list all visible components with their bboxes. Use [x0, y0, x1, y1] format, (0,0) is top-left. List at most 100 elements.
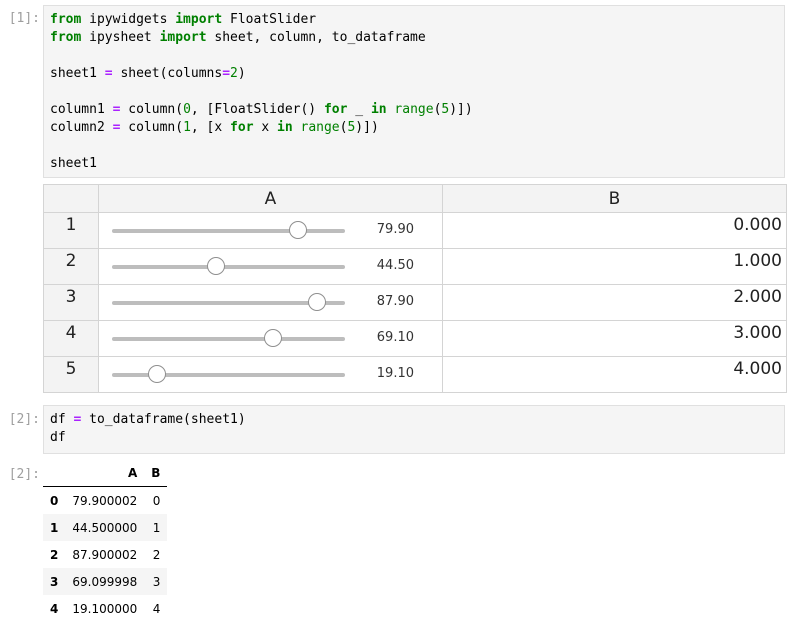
df-row: 0 79.900002 0	[43, 487, 167, 515]
sheet-row-header[interactable]: 1	[43, 212, 99, 249]
float-slider-track[interactable]	[112, 365, 345, 383]
code-token: )	[237, 66, 246, 81]
sheet-column-header-b[interactable]: B	[442, 184, 787, 213]
code-token: from	[50, 12, 82, 27]
sheet-row: 4 69.10 3.000	[43, 320, 787, 357]
code-token: 0	[183, 102, 191, 117]
code-token: sheet1	[50, 156, 97, 171]
float-slider-readout[interactable]: 87.90	[377, 294, 414, 309]
df-cell-a: 44.500000	[72, 520, 138, 535]
code-line[interactable]: sheet1	[50, 155, 778, 173]
code-token: for	[230, 120, 254, 135]
code-token: column(	[120, 102, 184, 117]
df-row: 1 44.500000 1	[43, 514, 168, 541]
ipysheet-grid: A B 1 79.90 0.000 2 44.50 1.000 3 87.90 2.000 4 69…	[43, 184, 787, 393]
df-column-header-b: B	[144, 459, 168, 487]
code-line[interactable]: column1 = column(0, [FloatSlider() for _…	[50, 101, 778, 119]
float-slider-track[interactable]	[112, 221, 345, 239]
code-token: for	[323, 102, 348, 117]
code-token: column1	[50, 102, 113, 117]
sheet-row-header[interactable]: 5	[43, 356, 99, 393]
sheet-row: 5 19.10 4.000	[43, 356, 787, 393]
sheet-cell-a[interactable]: 44.50	[98, 248, 443, 285]
code-line[interactable]: sheet1 = sheet(columns=2)	[50, 65, 778, 83]
code-token: =	[104, 66, 113, 81]
code-token: ipysheet	[81, 30, 160, 45]
float-slider-handle[interactable]	[147, 365, 166, 383]
sheet-cell-b[interactable]: 0.000	[442, 212, 787, 249]
code-line[interactable]: from ipywidgets import FloatSlider	[50, 11, 778, 29]
float-slider-track[interactable]	[112, 329, 345, 347]
code-token: 2	[230, 66, 238, 81]
code-token: )])	[449, 102, 473, 117]
code-token: in	[370, 102, 387, 117]
sheet-row: 3 87.90 2.000	[43, 284, 787, 321]
float-slider-handle[interactable]	[307, 293, 326, 311]
code-token: sheet(columns	[112, 66, 223, 81]
code-line[interactable]	[50, 137, 778, 155]
code-token: column2	[50, 120, 113, 135]
sheet-column-header-a[interactable]: A	[98, 184, 443, 213]
df-row: 3 69.099998 3	[43, 568, 168, 595]
df-index-header	[43, 459, 66, 487]
code-token: 1	[183, 120, 191, 135]
code-token: in	[277, 120, 293, 135]
float-slider-handle[interactable]	[289, 221, 308, 239]
df-row-index: 4	[50, 601, 59, 616]
code-cell-1[interactable]: from ipywidgets import FloatSlider from i…	[43, 5, 785, 178]
code-token: x	[253, 120, 278, 135]
sheet-cell-b[interactable]: 2.000	[442, 284, 787, 321]
code-token: import	[159, 30, 207, 45]
code-line[interactable]: from ipysheet import sheet, column, to_d…	[50, 29, 778, 47]
sheet-cell-b[interactable]: 1.000	[442, 248, 787, 285]
code-token: ipywidgets	[81, 12, 176, 27]
sheet-row-header[interactable]: 3	[43, 284, 99, 321]
sheet-cell-b[interactable]: 4.000	[442, 356, 787, 393]
df-cell-a: 79.900002	[72, 493, 138, 508]
sheet-row-header[interactable]: 4	[43, 320, 99, 357]
sheet-row-header[interactable]: 2	[43, 248, 99, 285]
output-2-prompt: [2]:	[8, 467, 40, 482]
code-line[interactable]: df	[50, 429, 778, 447]
df-row: 4 19.100000 4	[43, 595, 167, 622]
code-line[interactable]: df = to_dataframe(sheet1)	[50, 411, 778, 429]
df-column-header-a: A	[65, 459, 145, 487]
float-slider-readout[interactable]: 79.90	[377, 222, 414, 237]
sheet-cell-b[interactable]: 3.000	[442, 320, 787, 357]
float-slider-track[interactable]	[112, 293, 345, 311]
float-slider-track[interactable]	[112, 257, 345, 275]
float-slider-handle[interactable]	[206, 257, 225, 275]
code-token: range	[300, 120, 340, 135]
code-token: , [x	[190, 120, 231, 135]
code-token: column(	[120, 120, 184, 135]
float-slider-readout[interactable]: 44.50	[377, 258, 414, 273]
code-line[interactable]	[50, 47, 778, 65]
code-token: import	[175, 12, 223, 27]
df-cell-b: 1	[152, 520, 161, 535]
df-row-index: 3	[50, 574, 59, 589]
df-cell-b: 2	[152, 547, 161, 562]
df-cell-a: 69.099998	[72, 574, 138, 589]
sheet-cell-a[interactable]: 87.90	[98, 284, 443, 321]
code-token: _	[347, 102, 371, 117]
cell-2-prompt: [2]:	[8, 412, 40, 427]
sheet-cell-a[interactable]: 19.10	[98, 356, 443, 393]
df-cell-b: 0	[152, 493, 161, 508]
df-cell-b: 4	[152, 601, 161, 616]
float-slider-readout[interactable]: 19.10	[377, 366, 414, 381]
float-slider-handle[interactable]	[264, 329, 282, 347]
code-token: , [FloatSlider()	[190, 102, 324, 117]
code-token: sheet1	[50, 66, 105, 81]
code-line[interactable]	[50, 83, 778, 101]
sheet-cell-a[interactable]: 79.90	[98, 212, 443, 249]
code-cell-2[interactable]: df = to_dataframe(sheet1) df	[43, 405, 785, 454]
df-row: 2 87.900002 2	[43, 541, 167, 568]
code-line[interactable]: column2 = column(1, [x for x in range(5)…	[50, 119, 778, 137]
sheet-row: 2 44.50 1.000	[43, 248, 787, 285]
df-row-index: 2	[50, 547, 59, 562]
dataframe-output: A B 0 79.900002 0 1 44.500000 1 2 87.900002 2 3 69…	[43, 459, 168, 622]
sheet-row: 1 79.90 0.000	[43, 212, 787, 249]
float-slider-readout[interactable]: 69.10	[377, 330, 414, 345]
sheet-cell-a[interactable]: 69.10	[98, 320, 443, 357]
df-row-index: 1	[50, 520, 59, 535]
